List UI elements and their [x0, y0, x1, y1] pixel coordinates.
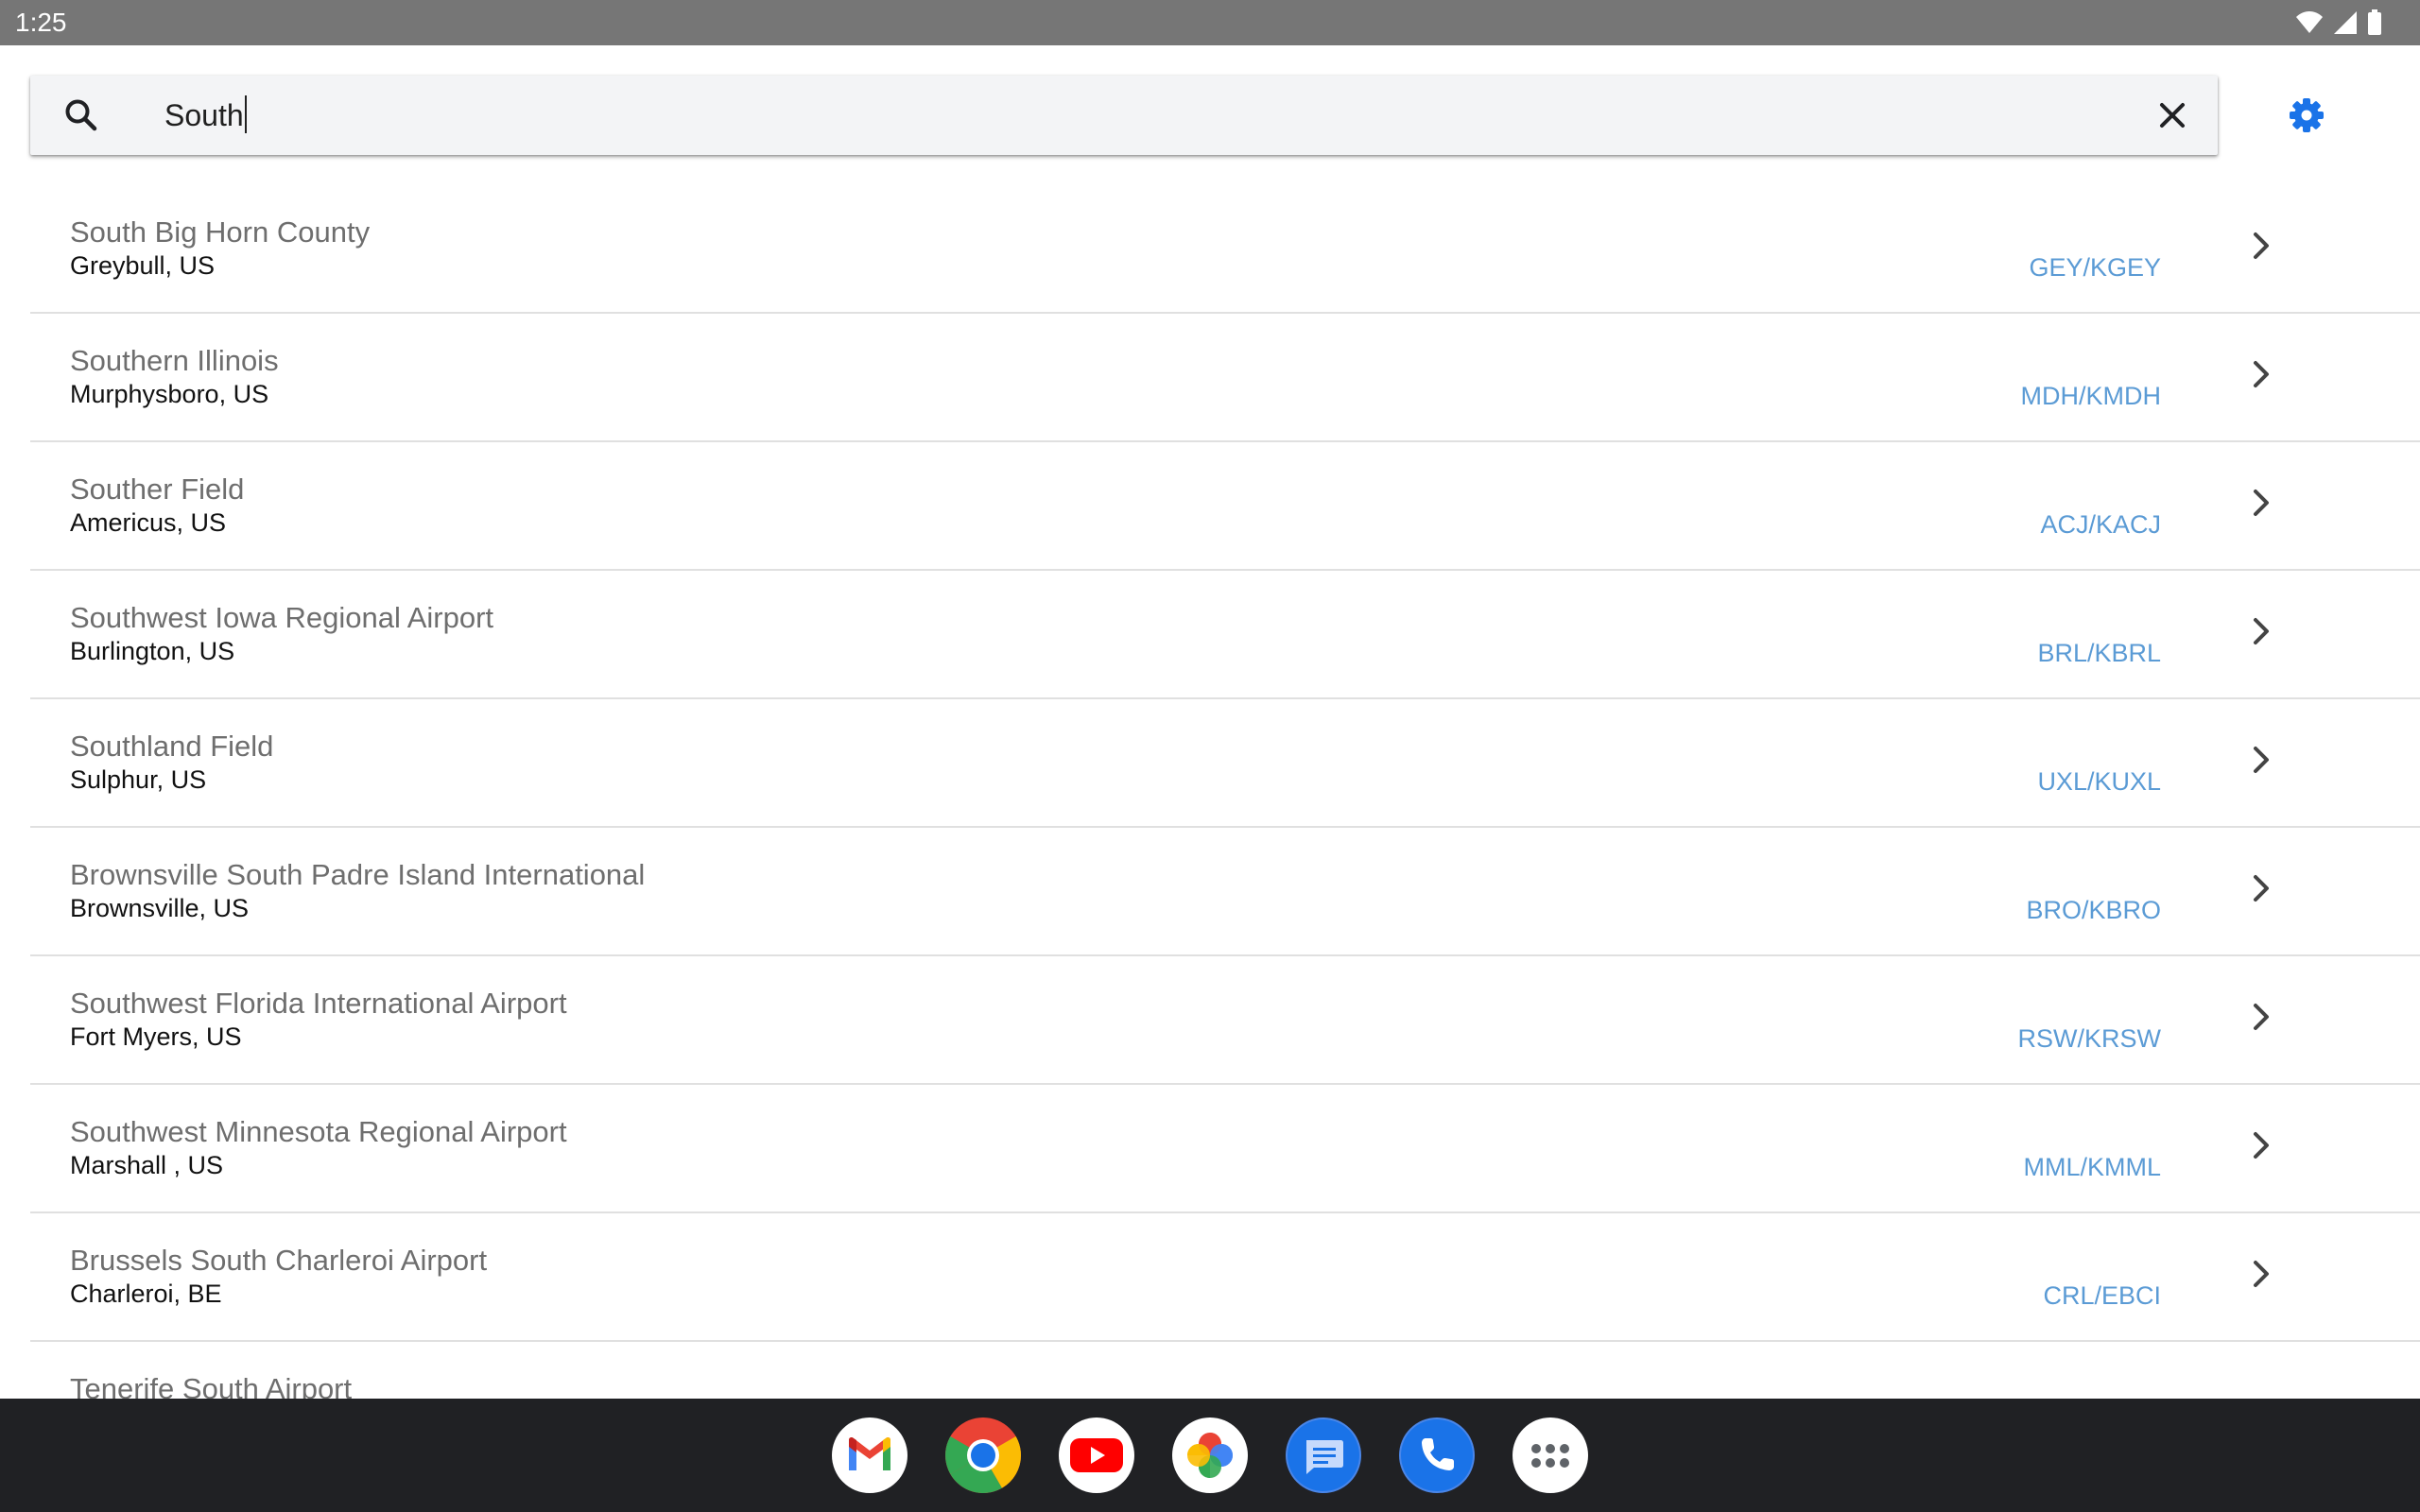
results-list[interactable]: South Big Horn County Greybull, US GEY/K…: [30, 185, 2420, 1399]
chevron-right-icon: [2254, 1004, 2269, 1030]
messages-icon[interactable]: [1286, 1418, 1361, 1493]
app-drawer-icon[interactable]: [1512, 1418, 1588, 1493]
chevron-right-icon: [2254, 618, 2269, 644]
airport-name: Southern Illinois: [70, 344, 279, 377]
list-item[interactable]: Souther Field Americus, US ACJ/KACJ: [30, 442, 2420, 571]
text-cursor: [244, 95, 247, 133]
airport-code: ACJ/KACJ: [2040, 510, 2161, 539]
chevron-right-icon: [2254, 875, 2269, 902]
airport-name: Souther Field: [70, 472, 245, 506]
list-item[interactable]: Tenerife South Airport: [30, 1342, 2420, 1399]
airport-location: Greybull, US: [70, 251, 216, 280]
airport-location: Murphysboro, US: [70, 380, 269, 408]
airport-name: Tenerife South Airport: [70, 1372, 353, 1399]
list-item[interactable]: Southwest Minnesota Regional Airport Mar…: [30, 1085, 2420, 1213]
list-item[interactable]: Southern Illinois Murphysboro, US MDH/KM…: [30, 314, 2420, 442]
chevron-right-icon: [2254, 232, 2269, 259]
airport-location: Marshall , US: [70, 1151, 224, 1179]
search-input[interactable]: South: [164, 94, 247, 136]
status-icons: [2295, 9, 2382, 36]
wifi-icon: [2295, 10, 2324, 35]
chevron-right-icon: [2254, 1261, 2269, 1287]
phone-icon[interactable]: [1399, 1418, 1475, 1493]
airport-name: Southland Field: [70, 730, 274, 763]
airport-location: Americus, US: [70, 508, 227, 537]
cellular-signal-icon: [2333, 10, 2358, 35]
status-bar: 1:25: [0, 0, 2420, 45]
airport-name: Southwest Florida International Airport: [70, 987, 567, 1020]
airport-location: Fort Myers, US: [70, 1022, 242, 1051]
chevron-right-icon: [2254, 747, 2269, 773]
airport-name: Southwest Minnesota Regional Airport: [70, 1115, 567, 1148]
airport-code: RSW/KRSW: [2017, 1024, 2162, 1053]
airport-code: MML/KMML: [2023, 1153, 2161, 1181]
airport-name: Brussels South Charleroi Airport: [70, 1244, 488, 1277]
airport-code: BRO/KBRO: [2026, 896, 2161, 924]
chevron-right-icon: [2254, 490, 2269, 516]
gear-icon: [2290, 98, 2324, 132]
clear-search-button[interactable]: [2150, 93, 2195, 138]
battery-icon: [2367, 9, 2382, 36]
airport-code: UXL/KUXL: [2037, 767, 2161, 796]
chevron-right-icon: [2254, 1132, 2269, 1159]
search-icon[interactable]: [62, 96, 100, 134]
youtube-icon[interactable]: [1059, 1418, 1134, 1493]
list-item[interactable]: Southland Field Sulphur, US UXL/KUXL: [30, 699, 2420, 828]
list-item[interactable]: Brownsville South Padre Island Internati…: [30, 828, 2420, 956]
status-time: 1:25: [15, 8, 67, 37]
airport-code: GEY/KGEY: [2029, 253, 2161, 282]
photos-icon[interactable]: [1172, 1418, 1248, 1493]
airport-code: CRL/EBCI: [2043, 1281, 2161, 1310]
airport-name: Southwest Iowa Regional Airport: [70, 601, 494, 634]
search-bar: South: [30, 76, 2218, 155]
settings-button[interactable]: [2284, 93, 2329, 138]
airport-location: Brownsville, US: [70, 894, 250, 922]
airport-name: Brownsville South Padre Island Internati…: [70, 858, 646, 891]
search-input-value: South: [164, 98, 244, 132]
airport-code: BRL/KBRL: [2037, 639, 2161, 667]
airport-location: Burlington, US: [70, 637, 235, 665]
close-icon: [2160, 103, 2185, 128]
gmail-icon[interactable]: [832, 1418, 908, 1493]
airport-location: Sulphur, US: [70, 765, 207, 794]
list-item[interactable]: Southwest Iowa Regional Airport Burlingt…: [30, 571, 2420, 699]
list-item[interactable]: South Big Horn County Greybull, US GEY/K…: [30, 185, 2420, 314]
chrome-icon[interactable]: [945, 1418, 1021, 1493]
airport-name: South Big Horn County: [70, 215, 371, 249]
chevron-right-icon: [2254, 361, 2269, 387]
list-item[interactable]: Southwest Florida International Airport …: [30, 956, 2420, 1085]
list-item[interactable]: Brussels South Charleroi Airport Charler…: [30, 1213, 2420, 1342]
airport-location: Charleroi, BE: [70, 1280, 222, 1308]
airport-code: MDH/KMDH: [2020, 382, 2162, 410]
app-dock: [0, 1399, 2420, 1512]
